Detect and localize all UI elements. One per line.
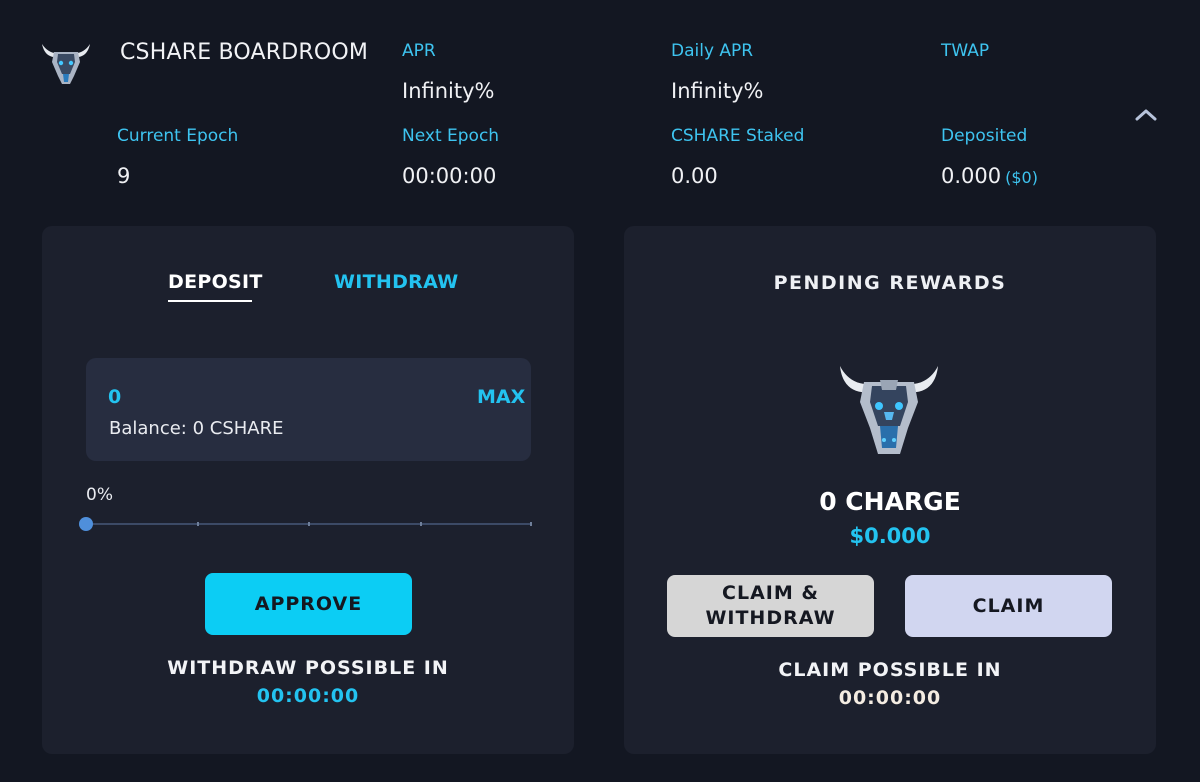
deposited-usd: ($0) bbox=[1005, 168, 1038, 187]
apr-value: Infinity% bbox=[402, 79, 495, 103]
cshare-staked-value: 0.00 bbox=[671, 164, 718, 188]
claim-withdraw-button[interactable]: CLAIM & WITHDRAW bbox=[667, 575, 874, 637]
tab-deposit[interactable]: DEPOSIT bbox=[168, 271, 263, 293]
max-button[interactable]: MAX bbox=[477, 386, 525, 408]
claim-possible-label: CLAIM POSSIBLE IN bbox=[778, 659, 1002, 681]
pending-usd: $0.000 bbox=[849, 524, 931, 548]
apr-label: APR bbox=[402, 41, 436, 61]
current-epoch-value: 9 bbox=[117, 164, 131, 188]
chevron-up-icon[interactable] bbox=[1132, 104, 1160, 124]
daily-apr-label: Daily APR bbox=[671, 41, 754, 61]
claim-button[interactable]: CLAIM bbox=[905, 575, 1112, 637]
withdraw-timer: 00:00:00 bbox=[256, 685, 360, 707]
daily-apr-value: Infinity% bbox=[671, 79, 764, 103]
approve-button[interactable]: APPROVE bbox=[205, 573, 412, 635]
bull-head-icon bbox=[840, 366, 938, 454]
amount-input-box[interactable] bbox=[86, 358, 531, 461]
bull-logo-icon bbox=[42, 44, 90, 84]
amount-input[interactable]: 0 bbox=[108, 386, 121, 408]
tab-withdraw[interactable]: WITHDRAW bbox=[334, 271, 459, 293]
deposited-label: Deposited bbox=[941, 126, 1028, 146]
deposited-value: 0.000 bbox=[941, 164, 1002, 188]
balance-text: Balance: 0 CSHARE bbox=[109, 418, 284, 439]
twap-label: TWAP bbox=[941, 41, 990, 61]
claim-timer: 00:00:00 bbox=[838, 687, 942, 709]
slider-tick-100 bbox=[530, 522, 532, 526]
current-epoch-label: Current Epoch bbox=[117, 126, 239, 146]
cshare-staked-label: CSHARE Staked bbox=[671, 126, 805, 146]
slider-tick-50 bbox=[308, 522, 310, 526]
next-epoch-value: 00:00:00 bbox=[402, 164, 497, 188]
withdraw-possible-label: WITHDRAW POSSIBLE IN bbox=[167, 657, 449, 679]
slider-tick-75 bbox=[420, 522, 422, 526]
pending-rewards-title: PENDING REWARDS bbox=[773, 272, 1007, 294]
page-title: CSHARE BOARDROOM bbox=[120, 40, 369, 65]
percent-label: 0% bbox=[86, 485, 113, 505]
deposited-value-group: 0.000 ($0) bbox=[941, 164, 1038, 188]
next-epoch-label: Next Epoch bbox=[402, 126, 500, 146]
claim-withdraw-label: CLAIM & WITHDRAW bbox=[705, 582, 836, 629]
active-tab-indicator bbox=[168, 300, 252, 302]
slider-tick-25 bbox=[197, 522, 199, 526]
pending-amount: 0 CHARGE bbox=[819, 487, 961, 516]
slider-handle[interactable] bbox=[79, 517, 93, 531]
